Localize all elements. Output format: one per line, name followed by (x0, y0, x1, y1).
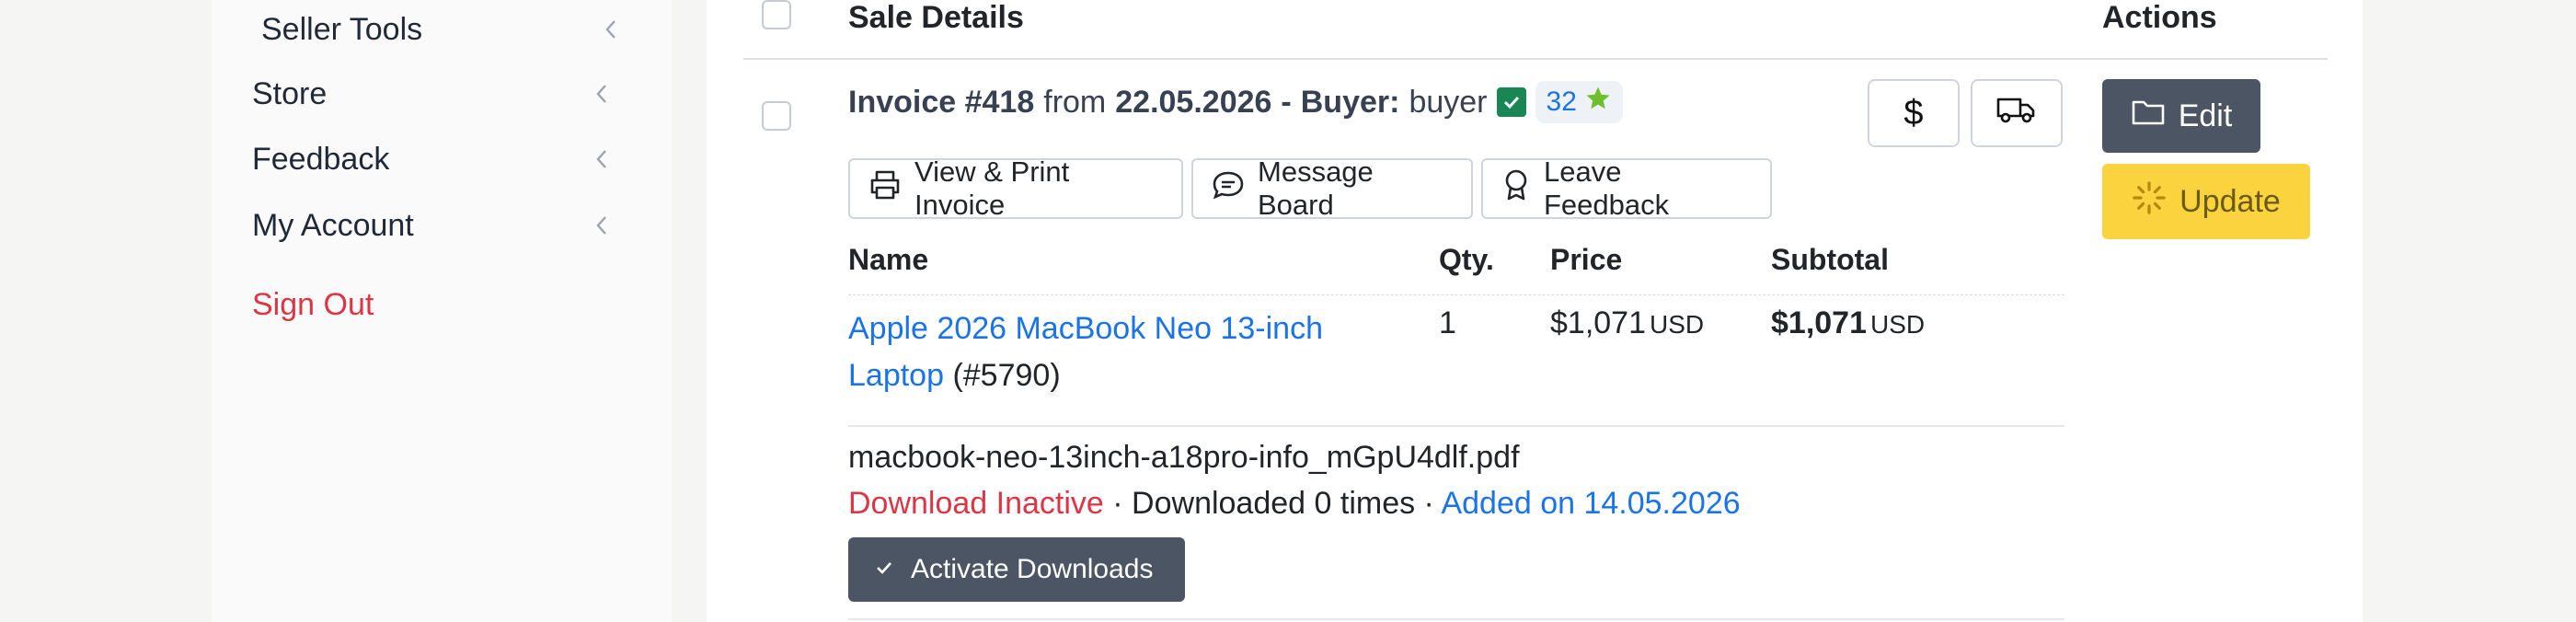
row-checkbox[interactable] (762, 101, 791, 131)
sidebar: Seller Tools Store Feedback My Account S… (212, 0, 672, 622)
printer-icon (868, 169, 902, 208)
subtotal-value: $1,071 (1771, 305, 1867, 340)
button-label: Update (2179, 183, 2281, 219)
update-button[interactable]: Update (2102, 164, 2310, 239)
view-print-invoice-button[interactable]: View & Print Invoice (848, 156, 1183, 221)
sidebar-item-label: Feedback (252, 141, 390, 177)
column-header-name: Name (848, 243, 929, 276)
loader-icon (2132, 180, 2167, 224)
truck-icon (1996, 94, 2037, 133)
item-id: (#5790) (952, 358, 1061, 393)
row-divider-bottom (848, 618, 2064, 620)
button-label: View & Print Invoice (914, 156, 1070, 221)
sidebar-item-label: Seller Tools (261, 11, 423, 47)
column-header-qty: Qty. (1439, 243, 1494, 276)
column-header-price: Price (1550, 243, 1623, 276)
invoice-number: Invoice #418 (848, 84, 1035, 120)
invoice-date: 22.05.2026 (1115, 84, 1272, 120)
select-all-checkbox[interactable] (762, 0, 791, 29)
feedback-score: 32 (1546, 86, 1577, 117)
download-file-name: macbook-neo-13inch-a18pro-info_mGpU4dlf.… (848, 440, 1520, 475)
message-board-button[interactable]: Message Board (1191, 156, 1473, 221)
sidebar-item-seller-tools[interactable]: Seller Tools (261, 2, 629, 57)
activate-downloads-button[interactable]: Activate Downloads (848, 537, 1185, 602)
item-subtotal: $1,071 USD (1771, 305, 1925, 341)
item-name-cell: Apple 2026 MacBook Neo 13-inch Laptop (#… (848, 305, 1363, 399)
leave-feedback-button[interactable]: Leave Feedback (1481, 156, 1772, 221)
buyer-label: Buyer: (1300, 84, 1400, 120)
chevron-left-icon (583, 75, 620, 112)
item-qty: 1 (1439, 305, 1456, 340)
sidebar-item-feedback[interactable]: Feedback (252, 132, 620, 187)
button-label: Leave Feedback (1544, 156, 1670, 221)
chevron-left-icon (592, 11, 629, 48)
separator: · (1103, 486, 1133, 521)
from-word: from (1043, 84, 1107, 120)
header-actions: Actions (2102, 0, 2217, 35)
column-header-subtotal: Subtotal (1771, 243, 1889, 276)
invoice-summary: Invoice #418 from 22.05.2026 - Buyer: bu… (848, 81, 1623, 123)
shipping-button[interactable] (1971, 79, 2063, 147)
chevron-left-icon (583, 207, 620, 244)
row-divider (848, 425, 2064, 427)
sales-table: Sale Details Actions Invoice #418 from 2… (707, 0, 2363, 622)
subtotal-currency: USD (1870, 310, 1926, 339)
header-sale-details: Sale Details (848, 0, 1024, 35)
dollar-icon: $ (1903, 93, 1924, 132)
buyer-name[interactable]: buyer (1409, 85, 1487, 121)
sidebar-item-my-account[interactable]: My Account (252, 198, 620, 253)
chevron-left-icon (583, 141, 620, 178)
sign-out-link[interactable]: Sign Out (252, 287, 374, 323)
check-icon (874, 554, 894, 585)
chat-bubble-icon (1212, 169, 1245, 208)
button-label: Activate Downloads (911, 554, 1154, 584)
edit-button[interactable]: Edit (2102, 79, 2260, 153)
button-label: Message Board (1258, 156, 1374, 221)
added-date: Added on 14.05.2026 (1441, 486, 1741, 521)
sidebar-item-label: My Account (252, 207, 414, 243)
price-value: $1,071 (1550, 305, 1646, 340)
star-icon (1584, 85, 1612, 120)
verified-check-icon (1496, 87, 1526, 117)
button-label: Edit (2178, 98, 2233, 133)
download-count: Downloaded 0 times (1132, 486, 1416, 521)
sidebar-item-label: Store (252, 75, 328, 111)
item-price: $1,071 USD (1550, 305, 1704, 341)
download-status: Download Inactive (848, 486, 1104, 521)
download-status-line: Download Inactive · Downloaded 0 times ·… (848, 486, 1741, 522)
award-icon (1501, 168, 1531, 209)
price-currency: USD (1650, 310, 1705, 339)
header-divider (743, 58, 2328, 60)
separator: · (1415, 486, 1442, 521)
separator-dash: - (1281, 84, 1292, 120)
item-link[interactable]: Apple 2026 MacBook Neo 13-inch Laptop (848, 311, 1323, 393)
payment-button[interactable]: $ (1868, 79, 1960, 147)
feedback-score-badge[interactable]: 32 (1535, 81, 1623, 123)
items-header-divider (848, 294, 2064, 296)
folder-icon (2131, 98, 2166, 135)
sidebar-item-store[interactable]: Store (252, 66, 620, 121)
